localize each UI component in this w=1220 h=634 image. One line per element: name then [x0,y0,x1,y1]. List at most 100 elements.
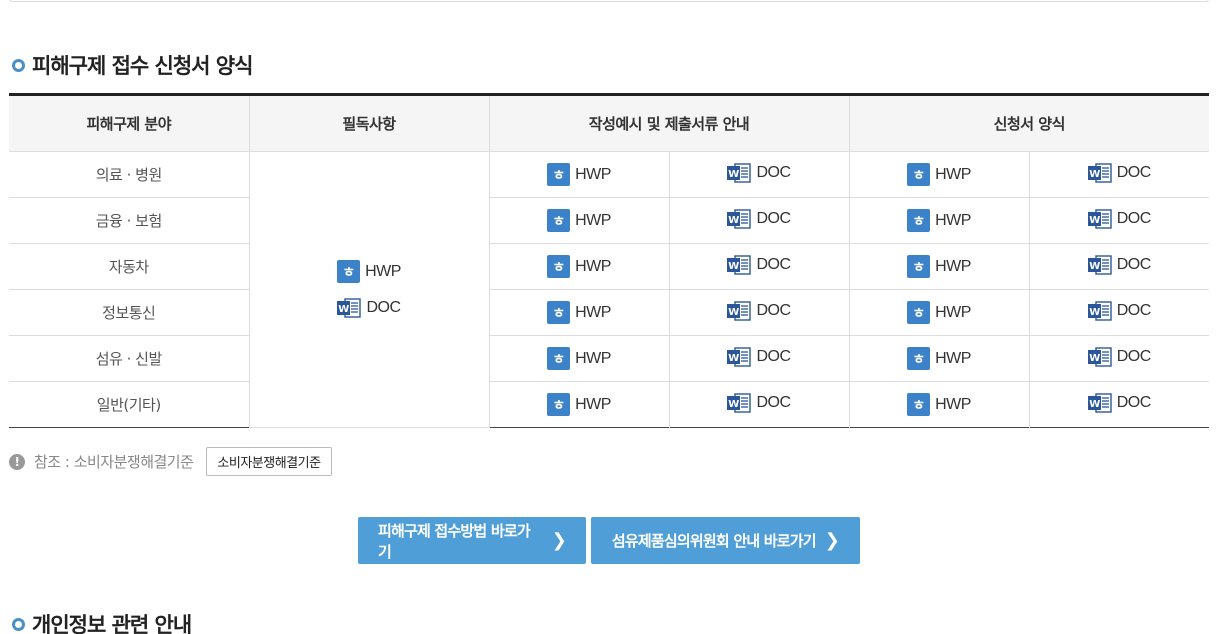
field-cell: 일반(기타) [9,381,250,428]
hwp-download-link[interactable]: ㅎ HWP [547,163,611,186]
form-hwp-cell: ㅎ HWP [848,335,1030,382]
hwp-download-link[interactable]: ㅎ HWP [907,347,971,370]
hwp-download-link[interactable]: ㅎ HWP [907,393,971,416]
doc-label: DOC [756,255,791,273]
word-doc-file-icon: W [727,254,752,275]
doc-download-link[interactable]: W DOC [727,392,791,414]
example-doc-cell: W DOC [668,381,850,428]
example-doc-cell: W DOC [668,335,850,382]
doc-download-link[interactable]: W DOC [1087,346,1151,368]
svg-text:W: W [1089,307,1100,318]
hwp-download-link[interactable]: ㅎ HWP [907,255,971,278]
svg-text:W: W [1089,261,1100,272]
hwp-file-icon: ㅎ [907,209,931,232]
doc-label: DOC [756,163,791,181]
form-doc-cell: W DOC [1028,381,1210,428]
form-hwp-cell: ㅎ HWP [848,243,1030,290]
example-hwp-cell: ㅎ HWP [488,335,670,382]
chevron-right-icon: ❯ [551,530,567,551]
hwp-download-link[interactable]: ㅎ HWP [547,347,611,370]
svg-text:W: W [729,169,740,180]
doc-download-link[interactable]: W DOC [1087,254,1152,276]
hwp-label: HWP [935,349,971,367]
word-doc-file-icon: W [337,298,362,318]
example-hwp-cell: ㅎ HWP [488,289,670,336]
doc-label: DOC [1116,393,1152,411]
hwp-download-link[interactable]: ㅎ HWP [547,393,611,416]
doc-download-link[interactable]: W DOC [727,208,791,230]
table-row: 자동차 ㅎ HWP W DOC ㅎ HWP W DOC [9,243,1210,290]
previous-section-box [9,0,1209,2]
doc-download-link[interactable]: W DOC [727,346,791,368]
doc-download-link[interactable]: W DOC [337,297,401,319]
word-doc-file-icon: W [1087,162,1112,183]
word-doc-file-icon: W [1087,300,1112,321]
required-reading-cell: ㅎ HWP W DOC [248,151,490,428]
hwp-label: HWP [575,349,611,367]
svg-text:W: W [339,304,350,315]
form-doc-cell: W DOC [1028,151,1210,198]
table-row: 정보통신 ㅎ HWP W DOC ㅎ HWP W DOC [9,289,1210,336]
hwp-label: HWP [575,257,611,275]
doc-download-link[interactable]: W DOC [1087,162,1151,184]
hwp-download-link[interactable]: ㅎ HWP [907,163,971,186]
header-required-reading: 필독사항 [248,94,490,152]
table-row: 일반(기타) ㅎ HWP W DOC ㅎ HWP W DOC [9,381,1210,428]
doc-label: DOC [1116,301,1152,319]
hwp-download-link[interactable]: ㅎ HWP [907,209,971,232]
form-hwp-cell: ㅎ HWP [848,197,1030,244]
field-cell: 정보통신 [9,289,250,336]
svg-text:W: W [1089,169,1100,180]
hwp-file-icon: ㅎ [547,393,571,416]
example-doc-cell: W DOC [668,197,850,244]
shortcut-buttons: 피해구제 접수방법 바로가기 ❯ 섬유제품심의위원회 안내 바로가기 ❯ [358,517,860,564]
doc-download-link[interactable]: W DOC [1087,300,1152,322]
doc-download-link[interactable]: W DOC [1087,208,1151,230]
word-doc-file-icon: W [727,392,752,413]
hwp-download-link[interactable]: ㅎ HWP [547,209,611,232]
hwp-download-link[interactable]: ㅎ HWP [547,301,611,324]
textile-committee-button[interactable]: 섬유제품심의위원회 안내 바로가기 ❯ [591,517,860,564]
hwp-file-icon: ㅎ [547,301,571,324]
doc-download-link[interactable]: W DOC [727,254,791,276]
example-hwp-cell: ㅎ HWP [488,381,670,428]
hwp-download-link[interactable]: ㅎ HWP [547,255,611,278]
svg-text:W: W [729,215,740,226]
exclamation-icon: ! [9,453,25,470]
word-doc-file-icon: W [1087,254,1112,275]
field-cell: 의료 · 병원 [9,151,250,198]
circle-bullet-icon [12,58,25,72]
dispute-standard-button[interactable]: 소비자분쟁해결기준 [206,447,332,476]
header-application-form: 신청서 양식 [848,94,1210,152]
hwp-file-icon: ㅎ [547,163,571,186]
doc-download-link[interactable]: W DOC [727,162,791,184]
reference-note-text: 참조 : 소비자분쟁해결기준 [34,453,194,471]
form-hwp-cell: ㅎ HWP [848,381,1030,428]
hwp-label: HWP [575,303,611,321]
hwp-label: HWP [365,262,401,280]
doc-download-link[interactable]: W DOC [1087,392,1152,414]
doc-download-link[interactable]: W DOC [727,300,791,322]
doc-label: DOC [1116,255,1152,273]
required-reading-links: ㅎ HWP W DOC [250,260,489,319]
reference-note: ! 참조 : 소비자분쟁해결기준 소비자분쟁해결기준 [9,447,332,476]
hwp-download-link[interactable]: ㅎ HWP [337,260,401,283]
receipt-method-label: 피해구제 접수방법 바로가기 [378,521,531,561]
hwp-label: HWP [935,211,971,229]
field-cell: 자동차 [9,243,250,290]
hwp-download-link[interactable]: ㅎ HWP [907,301,971,324]
receipt-method-button[interactable]: 피해구제 접수방법 바로가기 ❯ [358,517,586,564]
table-row: 섬유 · 신발 ㅎ HWP W DOC ㅎ HWP W DOC [9,335,1210,382]
hwp-file-icon: ㅎ [907,163,931,186]
hwp-file-icon: ㅎ [907,347,931,370]
section-title-application-forms: 피해구제 접수 신청서 양식 [12,50,253,80]
word-doc-file-icon: W [727,162,752,183]
form-doc-cell: W DOC [1028,289,1210,336]
field-cell: 금융 · 보험 [9,197,250,244]
hwp-file-icon: ㅎ [547,209,571,232]
word-doc-file-icon: W [1087,392,1112,413]
form-doc-cell: W DOC [1028,197,1210,244]
word-doc-file-icon: W [727,300,752,321]
svg-text:W: W [1089,353,1100,364]
example-hwp-cell: ㅎ HWP [488,243,670,290]
